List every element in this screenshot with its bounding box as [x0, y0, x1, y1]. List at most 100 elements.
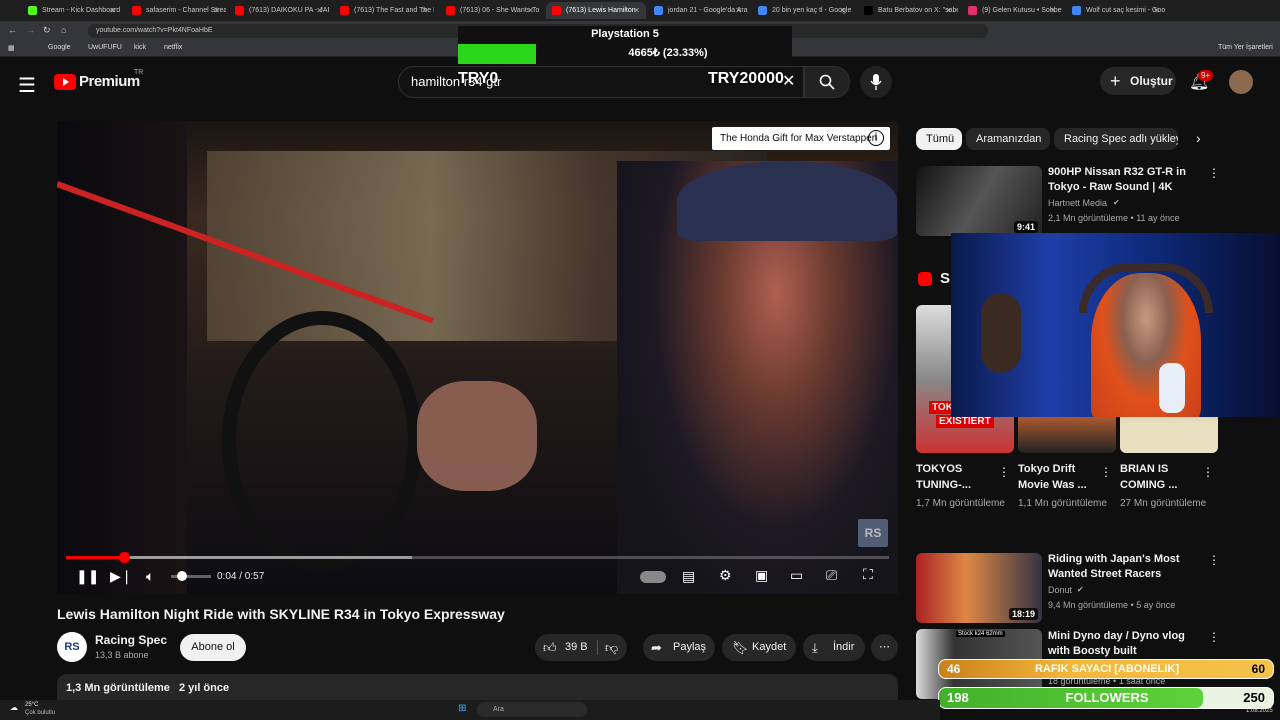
- volume-handle[interactable]: [177, 571, 187, 581]
- channel-avatar[interactable]: RS: [57, 632, 87, 662]
- search-button[interactable]: [804, 66, 850, 98]
- more-vert-icon[interactable]: ⋮: [1208, 166, 1220, 180]
- more-vert-icon[interactable]: ⋮: [1208, 630, 1220, 644]
- tab-favicon-icon: [1072, 6, 1081, 15]
- chevron-right-icon[interactable]: ›: [1196, 130, 1201, 146]
- weather-temp[interactable]: 25°C: [25, 702, 38, 708]
- browser-tab[interactable]: Wolf cut saç kesimi - Goo ✕: [1066, 2, 1166, 19]
- like-count[interactable]: 39 B: [565, 634, 588, 661]
- miniplayer-icon[interactable]: ▣: [755, 567, 768, 584]
- close-tab-icon[interactable]: ✕: [735, 2, 742, 19]
- channel-name[interactable]: Racing Spec: [95, 633, 167, 647]
- info-icon[interactable]: i: [868, 130, 884, 146]
- related-thumbnail[interactable]: 18:19: [916, 553, 1042, 623]
- back-icon[interactable]: ←: [8, 25, 17, 35]
- autoplay-toggle[interactable]: [640, 571, 666, 583]
- tab-favicon-icon: [446, 6, 455, 15]
- all-bookmarks[interactable]: Tüm Yer İşaretleri: [1218, 44, 1273, 51]
- close-tab-icon[interactable]: ✕: [527, 2, 534, 19]
- related-channel[interactable]: Hartnett Media: [1048, 196, 1107, 210]
- home-icon[interactable]: ⌂: [61, 25, 66, 35]
- theater-mode-icon[interactable]: ▭: [790, 567, 803, 584]
- browser-tab[interactable]: safaserim - Channel Stream ✕: [126, 2, 226, 19]
- close-tab-icon[interactable]: ✕: [421, 2, 428, 19]
- weather-icon[interactable]: ☁: [10, 703, 18, 712]
- short-title[interactable]: Tokyo Drift Movie Was ...: [1018, 461, 1100, 493]
- info-card[interactable]: The Honda Gift for Max Verstappen i: [712, 127, 890, 150]
- video-progress-bar[interactable]: [66, 556, 889, 559]
- browser-tab[interactable]: Stream - Kick Dashboard ✕: [22, 2, 122, 19]
- subscribe-button[interactable]: Abone ol: [180, 634, 246, 661]
- more-vert-icon[interactable]: ⋮: [998, 465, 1010, 479]
- related-title[interactable]: Mini Dyno day / Dyno vlog with Boosty bu…: [1048, 629, 1198, 659]
- os-taskbar: ☁ 25°C Çok bulutlu ⊞: [0, 700, 940, 720]
- voice-search-button[interactable]: [860, 66, 892, 98]
- settings-gear-icon[interactable]: ⚙: [719, 567, 732, 584]
- download-button[interactable]: ⤓ İndir: [803, 634, 865, 661]
- video-title: Lewis Hamilton Night Ride with SKYLINE R…: [57, 606, 505, 622]
- close-tab-icon[interactable]: ✕: [1049, 2, 1056, 19]
- bookmark-netflix[interactable]: netflix: [164, 44, 182, 51]
- short-title[interactable]: TOKYOS TUNING-...: [916, 461, 998, 493]
- more-vert-icon[interactable]: ⋮: [1202, 465, 1214, 479]
- menu-icon[interactable]: ☰: [18, 73, 36, 98]
- close-tab-icon[interactable]: ✕: [633, 2, 640, 19]
- more-vert-icon[interactable]: ⋮: [1208, 553, 1220, 567]
- subtitles-icon[interactable]: ▤: [682, 568, 695, 585]
- create-button[interactable]: + Oluştur: [1100, 67, 1176, 95]
- related-title[interactable]: 900HP Nissan R32 GT-R in Tokyo - Raw Sou…: [1048, 165, 1198, 195]
- weather-desc[interactable]: Çok bulutlu: [25, 710, 55, 716]
- close-tab-icon[interactable]: ✕: [945, 2, 952, 19]
- close-tab-icon[interactable]: ✕: [1153, 2, 1160, 19]
- browser-tab[interactable]: (7613) 06 - She Wants To ✕: [440, 2, 540, 19]
- close-tab-icon[interactable]: ✕: [109, 2, 116, 19]
- dislike-icon[interactable]: 👎︎: [605, 634, 618, 661]
- close-tab-icon[interactable]: ✕: [839, 2, 846, 19]
- browser-tab[interactable]: (7613) DAIKOKU PA - JAP ✕: [229, 2, 329, 19]
- like-icon[interactable]: 👍︎: [543, 634, 557, 661]
- channel-watermark[interactable]: RS: [858, 519, 888, 547]
- taskbar-search[interactable]: Ara: [477, 702, 587, 717]
- avatar[interactable]: [1229, 70, 1253, 94]
- more-vert-icon[interactable]: ⋮: [1100, 465, 1112, 479]
- tab-favicon-icon: [235, 6, 244, 15]
- forward-icon[interactable]: →: [26, 25, 35, 35]
- bookmark-kick[interactable]: kick: [134, 44, 146, 51]
- apps-icon[interactable]: ▦: [8, 44, 15, 52]
- chip-all[interactable]: Tümü: [916, 128, 962, 150]
- close-tab-icon[interactable]: ✕: [213, 2, 220, 19]
- pause-icon[interactable]: ❚❚: [76, 568, 99, 585]
- clear-search-icon[interactable]: ✕: [782, 71, 795, 91]
- played-bar: [66, 556, 124, 559]
- youtube-logo[interactable]: Premium TR: [54, 69, 154, 92]
- browser-tab[interactable]: jordan 21 - Google'da Ara ✕: [648, 2, 748, 19]
- chip-from-search[interactable]: Aramanızdan: [966, 128, 1050, 150]
- scrubber-handle[interactable]: [118, 552, 130, 563]
- cast-icon[interactable]: ⎚: [826, 567, 837, 584]
- close-tab-icon[interactable]: ✕: [316, 2, 323, 19]
- more-actions-button[interactable]: ⋯: [871, 634, 898, 661]
- related-title[interactable]: Riding with Japan's Most Wanted Street R…: [1048, 552, 1198, 582]
- fullscreen-icon[interactable]: ⛶: [863, 566, 873, 583]
- video-player[interactable]: RS: [57, 121, 898, 594]
- bookmark-uwufufu[interactable]: UwUFUFU: [88, 44, 122, 51]
- related-channel[interactable]: Donut: [1048, 583, 1072, 597]
- browser-tab[interactable]: 20 bin yen kaç tl - Google ✕: [752, 2, 852, 19]
- notification-badge: 9+: [1198, 70, 1214, 81]
- volume-icon[interactable]: 🔈︎: [146, 568, 154, 585]
- share-button[interactable]: ➦ Paylaş: [643, 634, 715, 661]
- browser-tab[interactable]: (7613) The Fast and The F ✕: [334, 2, 434, 19]
- browser-tab[interactable]: Batu Berbatov on X: "sabe ✕: [858, 2, 958, 19]
- chip-uploader[interactable]: Racing Spec adlı yükleyici: [1054, 128, 1178, 150]
- taskbar-search-placeholder: Ara: [493, 706, 504, 713]
- windows-start-icon[interactable]: ⊞: [458, 703, 466, 714]
- save-button[interactable]: 🔖︎ Kaydet: [722, 634, 796, 661]
- next-icon[interactable]: ▶❘: [110, 568, 133, 585]
- browser-tab[interactable]: (9) Gelen Kutusu • Sohbet ✕: [962, 2, 1062, 19]
- related-thumbnail[interactable]: 9:41: [916, 166, 1042, 236]
- bookmark-google[interactable]: Google: [48, 44, 71, 51]
- short-title[interactable]: BRIAN IS COMING ...: [1120, 461, 1202, 493]
- reload-icon[interactable]: ↻: [43, 25, 51, 36]
- volume-slider[interactable]: [171, 571, 211, 581]
- browser-tab[interactable]: (7613) Lewis Hamilton ✕: [546, 2, 646, 19]
